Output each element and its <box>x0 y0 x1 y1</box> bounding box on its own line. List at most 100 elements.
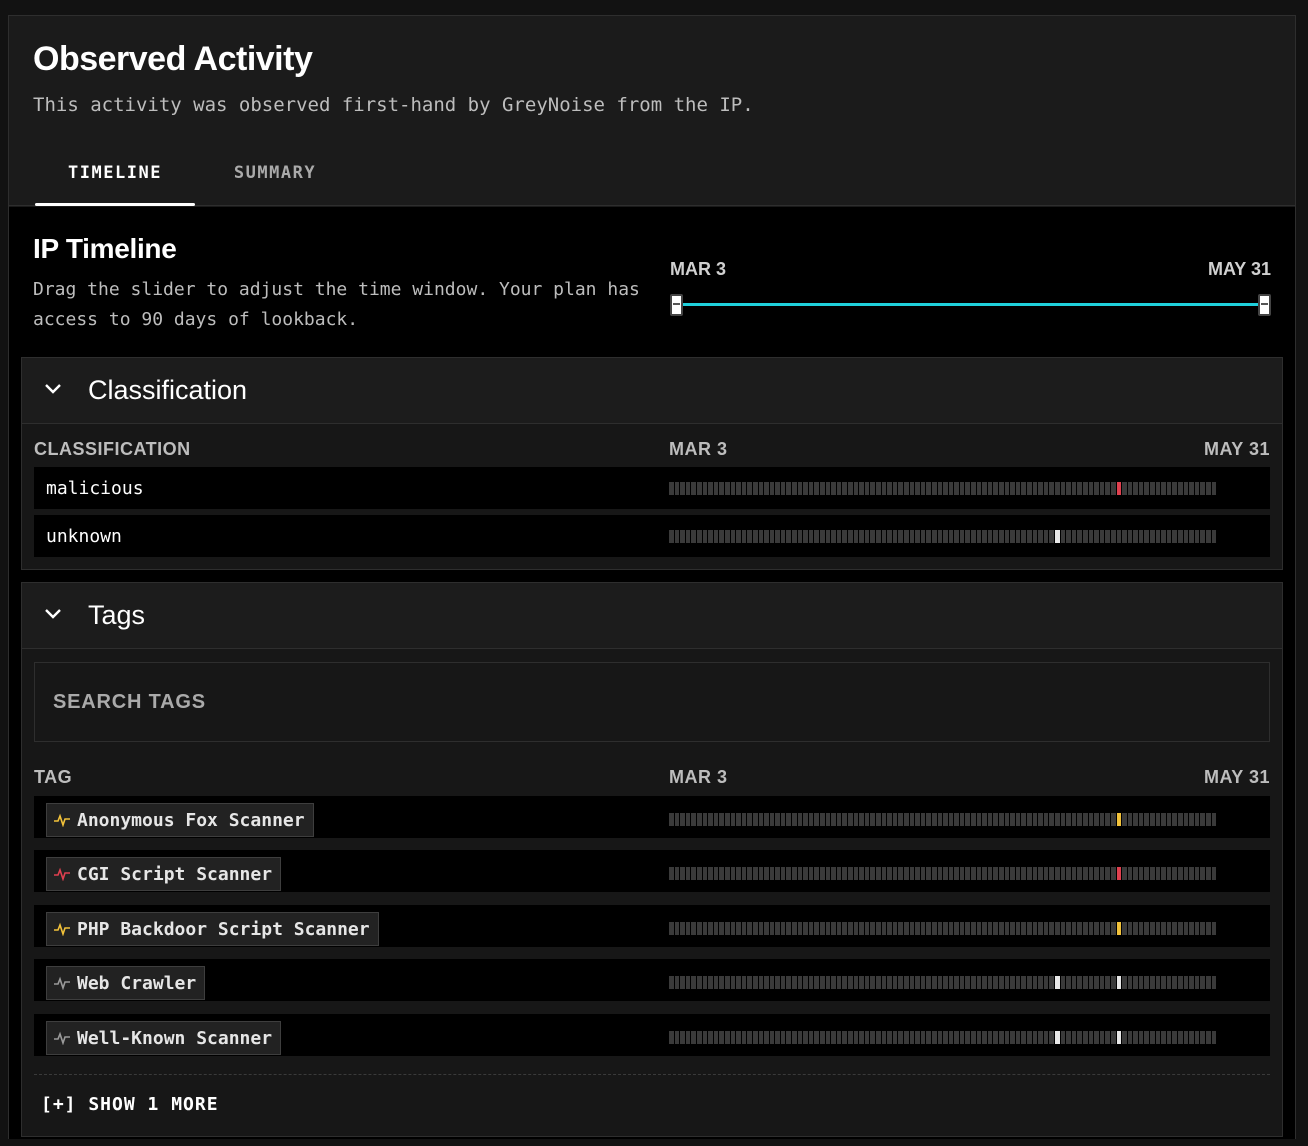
search-tags-field[interactable] <box>34 662 1270 742</box>
activity-bar <box>892 922 898 935</box>
activity-bar <box>892 867 898 880</box>
activity-bar <box>691 482 696 495</box>
activity-bar <box>859 482 864 495</box>
activity-bar <box>1099 530 1105 543</box>
activity-bar <box>1183 1031 1189 1044</box>
activity-bar <box>1043 922 1049 935</box>
activity-bar <box>1206 530 1211 543</box>
activity-bar <box>976 813 982 826</box>
activity-bar <box>1043 867 1049 880</box>
activity-bar <box>887 922 892 935</box>
activity-bar <box>1088 867 1094 880</box>
activity-bar <box>1194 867 1200 880</box>
activity-bar <box>1116 813 1122 826</box>
activity-bar <box>1010 1031 1015 1044</box>
tab-timeline[interactable]: TIMELINE <box>35 156 195 206</box>
activity-bar <box>1032 813 1038 826</box>
activity-bar <box>1183 813 1189 826</box>
tag-pill[interactable]: CGI Script Scanner <box>46 857 282 891</box>
activity-bar <box>1088 976 1094 989</box>
activity-bar <box>1032 530 1038 543</box>
activity-bar <box>954 813 959 826</box>
activity-bar <box>993 922 999 935</box>
activity-bar <box>1189 482 1194 495</box>
divider <box>34 1074 1270 1075</box>
activity-bar <box>881 530 887 543</box>
activity-bar <box>971 976 976 989</box>
activity-bar <box>669 922 674 935</box>
tag-pill[interactable]: PHP Backdoor Script Scanner <box>46 912 379 946</box>
activity-bar <box>803 482 808 495</box>
activity-bar <box>702 482 708 495</box>
time-window-slider-track[interactable] <box>670 303 1271 306</box>
tag-label: Web Crawler <box>77 972 197 994</box>
activity-bar <box>987 976 993 989</box>
tag-row: Web Crawler <box>34 959 1270 1001</box>
activity-bar <box>696 976 702 989</box>
slider-end-handle[interactable] <box>1258 294 1271 316</box>
activity-bar <box>724 530 730 543</box>
activity-bar <box>713 482 719 495</box>
activity-bar <box>1150 867 1155 880</box>
activity-bar <box>870 976 875 989</box>
activity-bar <box>1060 813 1066 826</box>
classification-card-header[interactable]: Classification <box>22 358 1282 424</box>
activity-bar <box>1015 1031 1021 1044</box>
tags-card-header[interactable]: Tags <box>22 583 1282 649</box>
activity-bar <box>1010 976 1015 989</box>
activity-bar <box>1211 976 1217 989</box>
tag-row: PHP Backdoor Script Scanner <box>34 905 1270 947</box>
activity-bar <box>959 813 965 826</box>
activity-bar <box>1211 482 1217 495</box>
activity-bar <box>769 813 775 826</box>
activity-bar <box>976 867 982 880</box>
activity-bar <box>864 867 870 880</box>
activity-bar <box>999 813 1004 826</box>
activity-bar <box>1200 922 1205 935</box>
slider-start-handle[interactable] <box>670 294 683 316</box>
activity-bar <box>1094 922 1099 935</box>
classification-card: Classification CLASSIFICATION MAR 3 MAY … <box>21 357 1283 570</box>
activity-bar <box>820 482 825 495</box>
tab-summary[interactable]: SUMMARY <box>195 156 355 206</box>
activity-bar <box>820 922 825 935</box>
activity-bar <box>674 922 680 935</box>
activity-bar <box>1200 1031 1205 1044</box>
tag-pill[interactable]: Well-Known Scanner <box>46 1021 282 1055</box>
activity-bar <box>1127 867 1133 880</box>
activity-bar <box>1004 813 1010 826</box>
activity-bar <box>1200 530 1205 543</box>
activity-bar <box>1189 813 1194 826</box>
tag-pill[interactable]: Web Crawler <box>46 966 206 1000</box>
tags-end-label: MAY 31 <box>1203 767 1270 787</box>
activity-bar <box>842 530 847 543</box>
activity-bar <box>797 530 803 543</box>
activity-bar <box>764 1031 769 1044</box>
activity-bar <box>1049 867 1054 880</box>
activity-bar <box>696 530 702 543</box>
activity-bar <box>909 922 915 935</box>
activity-bar <box>892 813 898 826</box>
search-tags-input[interactable] <box>35 663 1269 741</box>
activity-bars <box>669 813 1217 826</box>
tag-pill[interactable]: Anonymous Fox Scanner <box>46 803 314 837</box>
activity-bar <box>685 813 691 826</box>
activity-bar <box>1172 530 1178 543</box>
activity-bar <box>1116 976 1122 989</box>
activity-bar <box>1082 976 1088 989</box>
activity-bar <box>1105 867 1110 880</box>
activity-bar <box>1038 976 1043 989</box>
activity-bar <box>1004 922 1010 935</box>
activity-bar <box>758 482 764 495</box>
activity-bar <box>898 976 903 989</box>
activity-bar <box>825 482 831 495</box>
activity-bar <box>1189 530 1194 543</box>
activity-bar <box>1211 1031 1217 1044</box>
activity-bar <box>1178 922 1183 935</box>
activity-bar <box>1127 976 1133 989</box>
show-more-button[interactable]: [+] SHOW 1 MORE <box>41 1094 219 1115</box>
activity-bar <box>943 867 948 880</box>
activity-bar <box>669 530 674 543</box>
activity-bar <box>1161 1031 1166 1044</box>
activity-bar <box>803 922 808 935</box>
